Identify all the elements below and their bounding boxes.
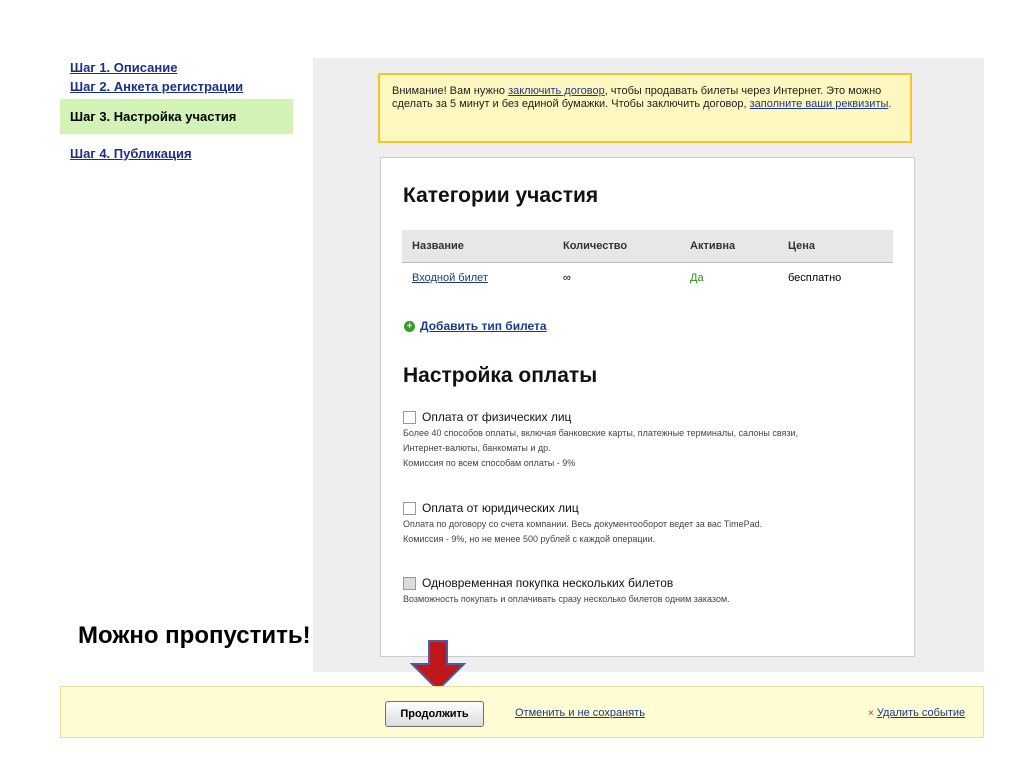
ticket-price: бесплатно [788,272,842,284]
delete-event: × Удалить событие [868,707,965,719]
categories-heading: Категории участия [403,184,599,207]
table-row: Входной билет ∞ Да бесплатно [402,263,893,293]
delete-event-link[interactable]: Удалить событие [877,707,965,719]
individuals-title: Оплата от физических лиц [422,410,572,424]
col-active: Активна [690,240,736,252]
payment-heading: Настройка оплаты [403,364,598,387]
continue-button[interactable]: Продолжить [385,701,484,727]
notice-text-1: Внимание! Вам нужно [392,85,509,97]
option-multi-purchase: Одновременная покупка нескольких билетов… [403,576,903,607]
col-price: Цена [788,240,816,252]
individuals-checkbox[interactable] [403,410,416,424]
option-individuals: Оплата от физических лиц Более 40 способ… [403,410,903,471]
multi-purchase-title: Одновременная покупка нескольких билетов [422,576,674,590]
multi-purchase-checkbox[interactable] [403,576,416,590]
down-arrow-icon [409,640,467,692]
steps-nav: Шаг 1. Описание Шаг 2. Анкета регистраци… [60,58,293,163]
individuals-desc-3: Комиссия по всем способам оплаты - 9% [403,458,576,468]
fill-requisites-link[interactable]: заполните ваши реквизиты [750,98,889,110]
companies-desc-2: Комиссия - 9%, но не менее 500 рублей с … [403,534,656,544]
step-3-current: Шаг 3. Настройка участия [60,99,293,134]
ticket-quantity: ∞ [563,272,571,284]
add-plus-icon[interactable]: + [404,320,415,332]
col-name: Название [412,240,464,252]
add-ticket-type-link[interactable]: Добавить тип билета [420,319,547,333]
notice-text-3: . [888,98,892,110]
skip-annotation: Можно пропустить! [78,622,311,649]
step-2-link[interactable]: Шаг 2. Анкета регистрации [60,77,293,96]
companies-title: Оплата от юридических лиц [422,501,579,515]
add-ticket-row: + Добавить тип билета [404,319,547,333]
individuals-desc-2: Интернет-валюты, банкоматы и др. [403,443,551,453]
delete-x-icon: × [868,708,874,719]
col-quantity: Количество [563,240,628,252]
multi-purchase-desc: Возможность покупать и оплачивать сразу … [403,594,730,604]
option-companies: Оплата от юридических лиц Оплата по дого… [403,501,903,547]
individuals-desc-1: Более 40 способов оплаты, включая банков… [403,428,799,438]
step-1-link[interactable]: Шаг 1. Описание [60,58,293,77]
companies-checkbox[interactable] [403,501,416,515]
conclude-contract-link[interactable]: заключить договор [508,85,605,97]
ticket-name-link[interactable]: Входной билет [412,263,488,293]
categories-table-header: Название Количество Активна Цена [402,230,893,263]
ticket-active: Да [690,272,704,284]
step-4-link[interactable]: Шаг 4. Публикация [60,144,293,163]
contract-notice: Внимание! Вам нужно заключить договор, ч… [378,73,912,143]
companies-desc-1: Оплата по договору со счета компании. Ве… [403,519,763,529]
cancel-link[interactable]: Отменить и не сохранять [515,707,645,719]
